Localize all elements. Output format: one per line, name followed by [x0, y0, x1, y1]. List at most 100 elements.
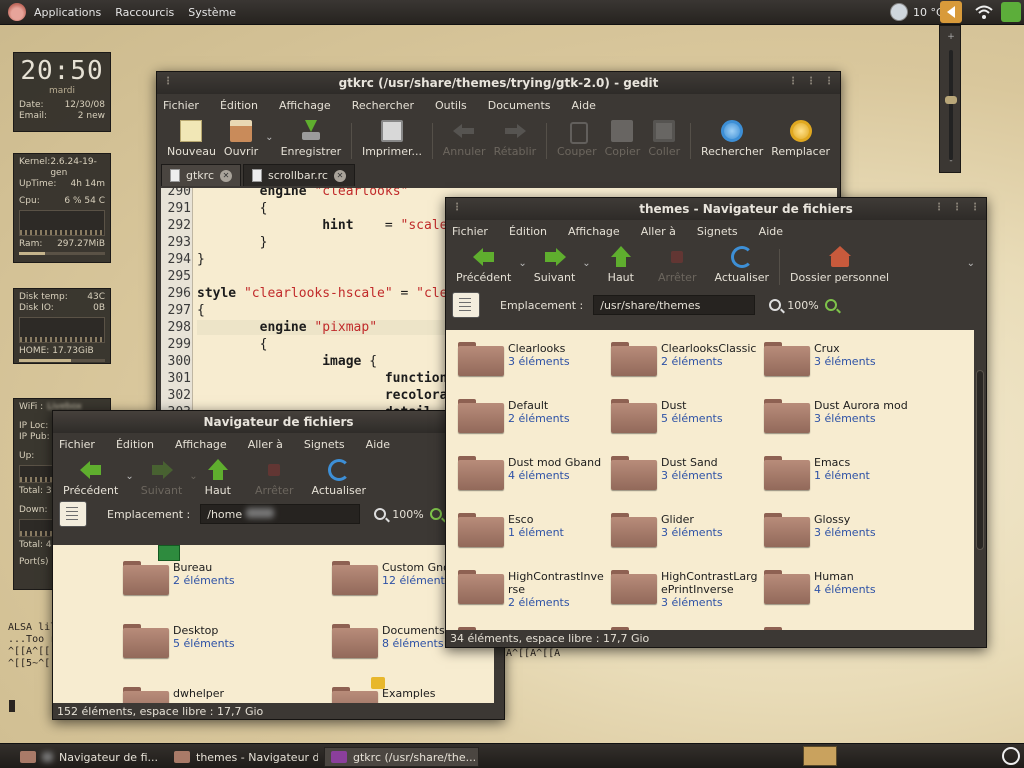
menu-file[interactable]: Fichier — [163, 99, 199, 112]
menu-file[interactable]: Fichier — [452, 225, 488, 238]
volume-slider-knob[interactable] — [945, 96, 957, 104]
taskbar-item-home-fm[interactable]: Navigateur de fi... — [14, 747, 164, 767]
stop-button[interactable]: Arrêter — [654, 246, 701, 284]
menu-go[interactable]: Aller à — [248, 438, 283, 451]
menu-tools[interactable]: Outils — [435, 99, 467, 112]
back-button[interactable]: Précédent — [452, 246, 515, 284]
scrollbar-thumb[interactable] — [976, 370, 984, 550]
list-item[interactable]: Dust Sand 3 éléments — [611, 456, 761, 490]
redo-button[interactable]: Rétablir — [490, 120, 541, 158]
menu-help[interactable]: Aide — [759, 225, 783, 238]
home-fm-titlebar[interactable]: Navigateur de fichiers — [53, 411, 504, 433]
menu-go[interactable]: Aller à — [641, 225, 676, 238]
open-button[interactable]: Ouvrir — [220, 120, 262, 158]
open-recent-chevron-icon[interactable]: ⌄ — [265, 120, 273, 143]
list-item[interactable]: Clearlooks 3 éléments — [458, 342, 608, 376]
volume-track[interactable] — [949, 50, 953, 160]
menu-applications[interactable]: Applications — [34, 6, 101, 19]
back-history-chevron-icon[interactable]: ⌄ — [125, 459, 133, 482]
new-button[interactable]: Nouveau — [163, 120, 220, 158]
maximize-icon[interactable]: ⋮ — [806, 76, 816, 87]
zoom-out-icon[interactable] — [769, 299, 782, 311]
edit-location-icon[interactable] — [452, 292, 480, 318]
list-item[interactable]: Dust mod Gband 4 éléments — [458, 456, 608, 490]
list-item[interactable]: Custom Gnom 12 éléments — [332, 561, 461, 595]
forward-button[interactable]: Suivant — [530, 246, 580, 284]
close-icon[interactable]: ⋮ — [970, 202, 980, 213]
window-menu-icon[interactable]: ⋮ — [452, 202, 462, 213]
home-folder-button[interactable]: Dossier personnel — [786, 246, 893, 284]
menu-edit[interactable]: Édition — [220, 99, 258, 112]
list-item[interactable]: Bureau 2 éléments — [123, 561, 235, 595]
menu-documents[interactable]: Documents — [488, 99, 551, 112]
save-button[interactable]: Enregistrer — [277, 120, 346, 158]
themes-fm-scrollbar[interactable] — [974, 330, 986, 630]
taskbar-item-themes-fm[interactable]: themes - Navigateur d... — [168, 747, 318, 767]
update-notifier-icon[interactable] — [1001, 2, 1021, 22]
list-item[interactable]: Desktop 5 éléments — [123, 624, 235, 658]
menu-view[interactable]: Affichage — [279, 99, 331, 112]
list-item[interactable]: Dust 5 éléments — [611, 399, 761, 433]
menu-help[interactable]: Aide — [366, 438, 390, 451]
forward-history-chevron-icon[interactable]: ⌄ — [582, 246, 590, 269]
reload-button[interactable]: Actualiser — [710, 246, 773, 284]
volume-icon[interactable] — [940, 1, 962, 23]
list-item[interactable]: Dust Aurora mod 3 éléments — [764, 399, 914, 433]
menu-system[interactable]: Système — [188, 6, 236, 19]
toolbar-overflow-chevron-icon[interactable]: ⌄ — [967, 246, 975, 269]
tab-close-icon[interactable]: ✕ — [220, 169, 232, 182]
list-item[interactable]: dwhelper — [123, 687, 224, 703]
list-item[interactable]: Human 4 éléments — [764, 570, 914, 604]
list-item[interactable]: Default 2 éléments — [458, 399, 608, 433]
window-menu-icon[interactable]: ⋮ — [163, 76, 173, 87]
list-item[interactable]: Glossy 3 éléments — [764, 513, 914, 547]
forward-button[interactable]: Suivant — [137, 459, 187, 497]
menu-edit[interactable]: Édition — [509, 225, 547, 238]
list-item[interactable]: Emacs 1 élément — [764, 456, 914, 490]
zoom-out-icon[interactable] — [374, 508, 387, 520]
workspace-switcher[interactable] — [803, 746, 837, 766]
themes-fm-titlebar[interactable]: ⋮ themes - Navigateur de fichiers ⋮ ⋮ ⋮ — [446, 198, 986, 220]
tab-scrollbar-rc[interactable]: scrollbar.rc ✕ — [243, 164, 355, 186]
zoom-in-icon[interactable] — [429, 508, 442, 520]
menu-view[interactable]: Affichage — [175, 438, 227, 451]
menu-help[interactable]: Aide — [572, 99, 596, 112]
replace-button[interactable]: Remplacer — [767, 120, 834, 158]
print-button[interactable]: Imprimer... — [358, 120, 426, 158]
menu-view[interactable]: Affichage — [568, 225, 620, 238]
list-item[interactable]: Documents 8 éléments — [332, 624, 445, 658]
weather-applet[interactable]: 10 °C — [890, 3, 944, 21]
menu-bookmarks[interactable]: Signets — [304, 438, 345, 451]
gnome-foot-icon[interactable] — [8, 3, 26, 21]
forward-history-chevron-icon[interactable]: ⌄ — [189, 459, 197, 482]
list-item[interactable]: Examples — [332, 687, 435, 703]
undo-button[interactable]: Annuler — [439, 120, 490, 158]
minimize-icon[interactable]: ⋮ — [934, 202, 944, 213]
paste-button[interactable]: Coller — [644, 120, 684, 158]
menu-file[interactable]: Fichier — [59, 438, 95, 451]
copy-button[interactable]: Copier — [601, 120, 645, 158]
list-item[interactable]: Glider 3 éléments — [611, 513, 761, 547]
up-button[interactable]: Haut — [201, 459, 235, 497]
tab-gtkrc[interactable]: gtkrc ✕ — [161, 164, 241, 186]
reload-button[interactable]: Actualiser — [307, 459, 370, 497]
list-item[interactable]: HighContrastLargePrintInverse 3 éléments — [611, 570, 761, 610]
taskbar-item-gedit[interactable]: gtkrc (/usr/share/the... — [324, 747, 479, 767]
power-icon[interactable] — [1002, 747, 1020, 765]
tab-close-icon[interactable]: ✕ — [333, 169, 346, 182]
wifi-icon[interactable] — [974, 4, 994, 20]
list-item[interactable]: HighContrastInverse 2 éléments — [458, 570, 608, 610]
gedit-titlebar[interactable]: ⋮ gtkrc (/usr/share/themes/trying/gtk-2.… — [157, 72, 840, 94]
cut-button[interactable]: Couper — [553, 120, 601, 158]
list-item[interactable]: ClearlooksClassic 2 éléments — [611, 342, 761, 376]
minimize-icon[interactable]: ⋮ — [788, 76, 798, 87]
menu-bookmarks[interactable]: Signets — [697, 225, 738, 238]
back-history-chevron-icon[interactable]: ⌄ — [518, 246, 526, 269]
maximize-icon[interactable]: ⋮ — [952, 202, 962, 213]
edit-location-icon[interactable] — [59, 501, 87, 527]
list-item[interactable]: Crux 3 éléments — [764, 342, 914, 376]
list-item[interactable]: Esco 1 élément — [458, 513, 608, 547]
menu-search[interactable]: Rechercher — [352, 99, 414, 112]
back-button[interactable]: Précédent — [59, 459, 122, 497]
menu-shortcuts[interactable]: Raccourcis — [115, 6, 174, 19]
